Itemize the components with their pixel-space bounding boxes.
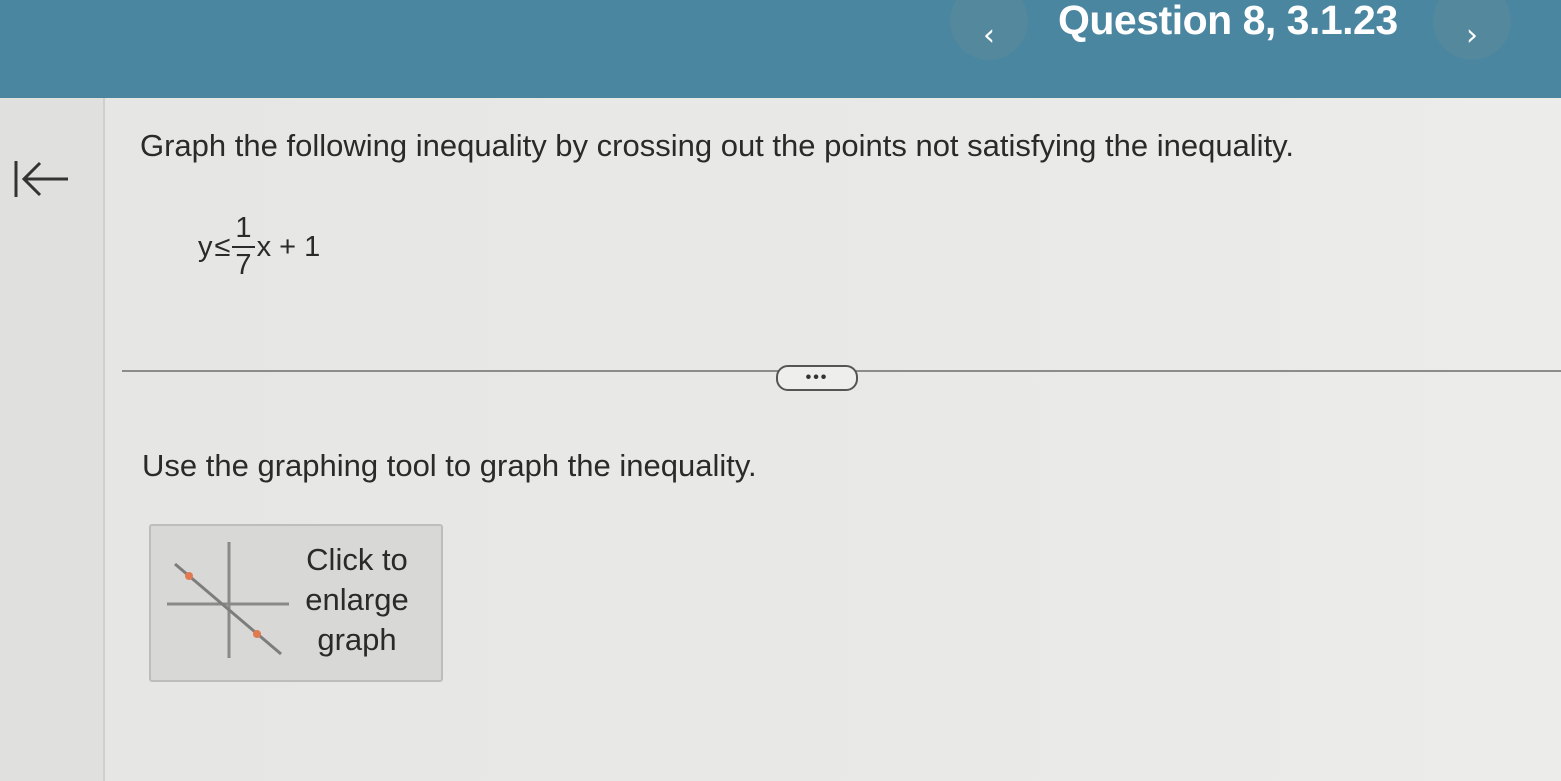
chevron-right-icon: › <box>1466 17 1478 53</box>
fraction-numerator: 1 <box>232 214 255 248</box>
next-question-button[interactable]: › <box>1433 0 1511 60</box>
question-instruction: Graph the following inequality by crossi… <box>140 128 1294 163</box>
inequality-expression: y ≤ 1 7 x + 1 <box>198 202 320 292</box>
question-title: Question 8, 3.1.23 <box>1058 0 1398 43</box>
chevron-left-icon: ‹ <box>983 17 995 53</box>
enlarge-graph-button[interactable]: Click to enlarge graph <box>149 524 443 682</box>
graph-prompt: Use the graphing tool to graph the inequ… <box>142 448 757 483</box>
equation-relation: ≤ <box>214 230 231 263</box>
collapse-left-arrow-icon[interactable] <box>12 155 72 203</box>
equation-rhs: x + 1 <box>256 230 321 263</box>
previous-question-button[interactable]: ‹ <box>950 0 1028 60</box>
expand-more-button[interactable]: ••• <box>776 365 858 391</box>
graph-thumbnail-icon <box>167 542 289 658</box>
fraction-denominator: 7 <box>235 249 252 281</box>
enlarge-graph-label: Click to enlarge graph <box>305 542 409 657</box>
equation-fraction: 1 7 <box>232 214 255 281</box>
header-bar: ‹ Question 8, 3.1.23 › <box>0 0 1561 98</box>
equation-lhs: y <box>198 230 213 263</box>
